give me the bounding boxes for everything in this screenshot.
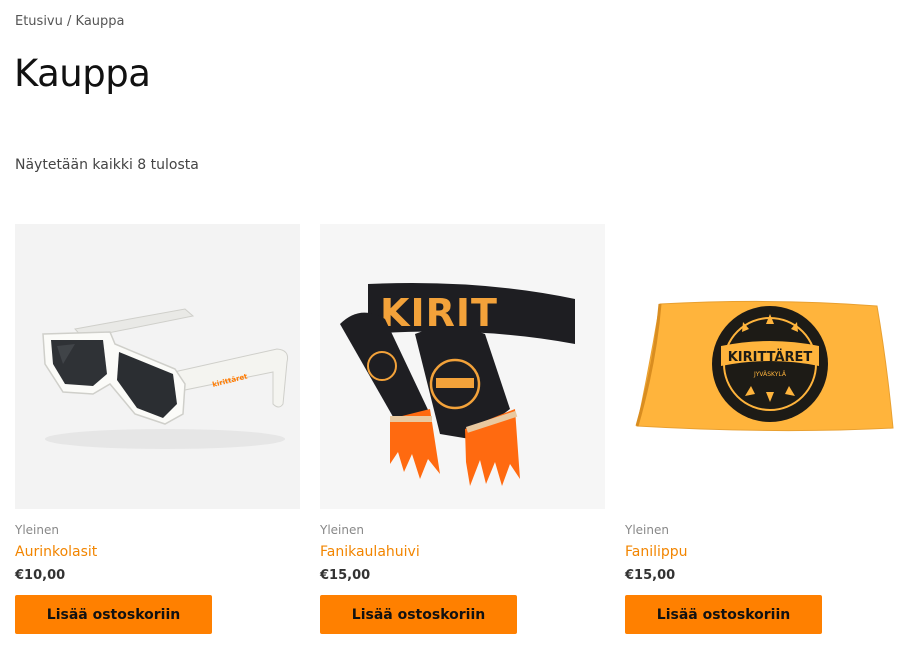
product-image-scarf[interactable]: KIRIT bbox=[320, 224, 605, 509]
product-category: Yleinen bbox=[15, 523, 59, 537]
sunglasses-image: kirittäret bbox=[15, 224, 300, 509]
product-price: €10,00 bbox=[15, 568, 66, 583]
add-to-cart-button[interactable]: Lisää ostoskoriin bbox=[320, 595, 517, 634]
product-category: Yleinen bbox=[625, 523, 669, 537]
add-to-cart-button[interactable]: Lisää ostoskoriin bbox=[15, 595, 212, 634]
product-image-flag[interactable]: KIRITTÄRET JYVÄSKYLÄ bbox=[625, 224, 907, 509]
flag-text: KIRITTÄRET bbox=[728, 349, 813, 365]
product-card: KIRIT Yleinen Fanikaulahuivi €15,00 Lisä… bbox=[320, 224, 605, 634]
product-price: €15,00 bbox=[320, 568, 371, 583]
product-name-link[interactable]: Fanikaulahuivi bbox=[320, 544, 605, 560]
product-card: KIRITTÄRET JYVÄSKYLÄ Yleinen Fanilippu €… bbox=[625, 224, 907, 634]
product-name-link[interactable]: Fanilippu bbox=[625, 544, 907, 560]
product-category: Yleinen bbox=[320, 523, 364, 537]
result-count: Näytetään kaikki 8 tulosta bbox=[15, 157, 199, 173]
product-name-link[interactable]: Aurinkolasit bbox=[15, 544, 300, 560]
flag-image: KIRITTÄRET JYVÄSKYLÄ bbox=[625, 224, 907, 509]
scarf-image: KIRIT bbox=[320, 224, 605, 509]
breadcrumb-separator: / bbox=[62, 14, 76, 29]
breadcrumb: Etusivu / Kauppa bbox=[15, 14, 125, 29]
flag-subtext: JYVÄSKYLÄ bbox=[753, 371, 787, 378]
page-title: Kauppa bbox=[14, 52, 151, 95]
breadcrumb-current: Kauppa bbox=[75, 14, 125, 29]
product-image-sunglasses[interactable]: kirittäret bbox=[15, 224, 300, 509]
product-price: €15,00 bbox=[625, 568, 676, 583]
breadcrumb-home-link[interactable]: Etusivu bbox=[15, 14, 63, 29]
add-to-cart-button[interactable]: Lisää ostoskoriin bbox=[625, 595, 822, 634]
product-card: kirittäret Yleinen Aurinkolasit €10,00 L… bbox=[15, 224, 300, 634]
